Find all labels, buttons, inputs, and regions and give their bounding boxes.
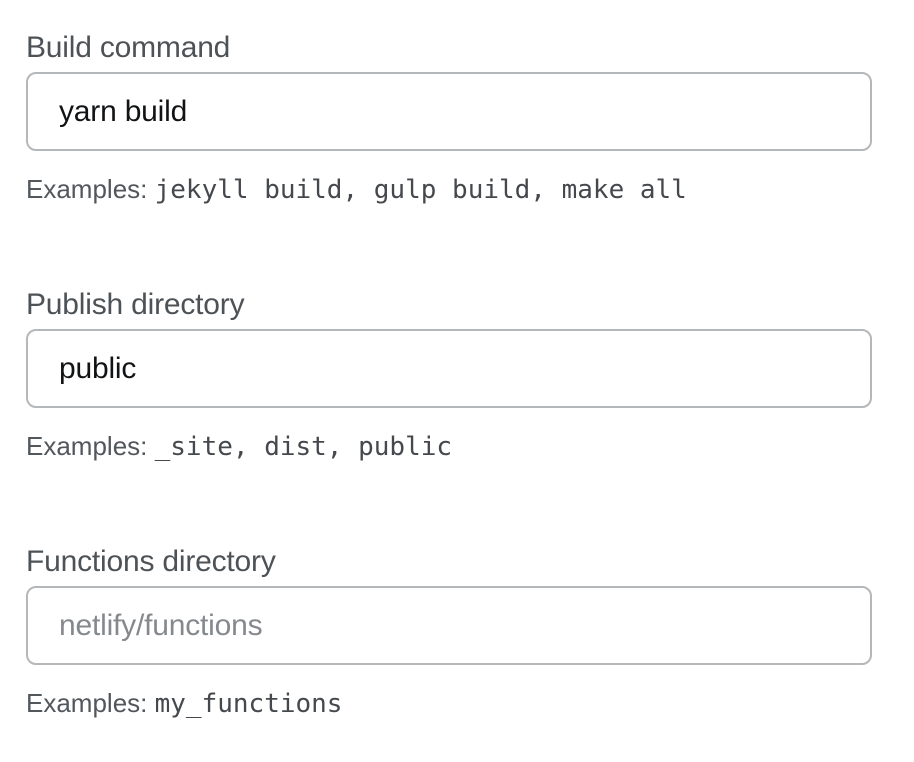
publish-directory-input-container: [26, 329, 872, 408]
publish-directory-label: Publish directory: [26, 288, 245, 321]
functions-directory-field-group: Functions directory Examples: my_functio…: [26, 542, 872, 721]
build-command-help-text: Examples: jekyll build, gulp build, make…: [26, 171, 872, 207]
publish-directory-input[interactable]: [28, 331, 870, 406]
build-command-input[interactable]: [28, 74, 870, 149]
build-command-field-group: Build command Examples: jekyll build, gu…: [26, 28, 872, 207]
functions-directory-help-examples: my_functions: [154, 689, 343, 719]
build-settings-form: Build command Examples: jekyll build, gu…: [26, 28, 872, 721]
publish-directory-help-text: Examples: _site, dist, public: [26, 428, 872, 464]
build-command-help-examples: jekyll build, gulp build, make all: [154, 175, 687, 205]
build-command-help-prefix: Examples:: [26, 174, 148, 204]
functions-directory-label: Functions directory: [26, 545, 276, 578]
publish-directory-field-group: Publish directory Examples: _site, dist,…: [26, 285, 872, 464]
publish-directory-help-prefix: Examples:: [26, 431, 148, 461]
functions-directory-input[interactable]: [28, 588, 870, 663]
functions-directory-input-container: [26, 586, 872, 665]
build-command-input-container: [26, 72, 872, 151]
publish-directory-help-examples: _site, dist, public: [154, 432, 453, 462]
build-command-label: Build command: [26, 31, 231, 64]
functions-directory-help-text: Examples: my_functions: [26, 685, 872, 721]
functions-directory-help-prefix: Examples:: [26, 688, 148, 718]
